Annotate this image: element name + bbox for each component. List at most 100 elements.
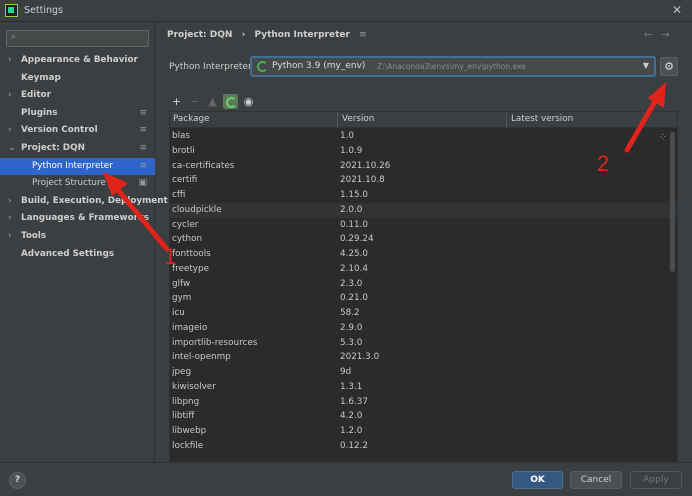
loading-icon: ⁘ (658, 132, 667, 143)
table-body: blas 1.0 brotli 1.0.9 ca-certificates 2021.10… (170, 129, 677, 454)
table-row[interactable]: glfw 2.3.0 (170, 277, 677, 292)
upgrade-package-button[interactable]: ▲ (205, 94, 220, 109)
chevron-right-icon[interactable]: › (8, 122, 12, 140)
back-arrow-icon[interactable]: ← (644, 28, 661, 41)
package-version-cell: 2021.3.0 (340, 352, 380, 363)
breadcrumb: Project: DQN › Python Interpreter ≡ (167, 30, 373, 40)
package-name-cell: lockfile (172, 440, 204, 451)
sidebar-item[interactable]: › Tools (0, 228, 155, 246)
apply-button[interactable]: Apply (630, 471, 682, 489)
table-row[interactable]: cloudpickle 2.0.0 (170, 202, 677, 218)
sidebar-item[interactable]: › Build, Execution, Deployment (0, 193, 168, 211)
table-row[interactable]: gym 0.21.0 (170, 291, 677, 306)
sidebar-item-label: Python Interpreter (32, 160, 113, 171)
dropdown-arrow-icon[interactable]: ▼ (643, 61, 649, 70)
table-row[interactable]: imageio 2.9.0 (170, 321, 677, 336)
package-name-cell: intel-openmp (172, 352, 231, 363)
table-row[interactable]: cycler 0.11.0 (170, 218, 677, 233)
package-version-cell: 2.3.0 (340, 278, 363, 289)
table-row[interactable]: kiwisolver 1.3.1 (170, 380, 677, 395)
package-name-cell: ca-certificates (172, 160, 235, 171)
sidebar-item[interactable]: Keymap (0, 70, 155, 88)
sidebar-item[interactable]: › Languages & Frameworks (0, 210, 155, 228)
package-name-cell: icu (172, 308, 185, 318)
window-title: Settings (24, 5, 63, 16)
interpreter-settings-gear-button[interactable]: ⚙ (660, 57, 678, 76)
settings-sidebar: ⌕ › Appearance & Behavior Keymap › Editor Plu… (0, 22, 168, 462)
package-name-cell: glfw (172, 278, 191, 289)
sidebar-item-label: Tools (21, 230, 47, 241)
sidebar-item-label: Version Control (21, 125, 98, 136)
package-version-cell: 1.0.9 (340, 145, 363, 156)
ok-button[interactable]: OK (512, 471, 563, 489)
chevron-right-icon[interactable]: › (8, 52, 12, 70)
package-name-cell: cloudpickle (172, 204, 222, 215)
table-row[interactable]: freetype 2.10.4 (170, 262, 677, 277)
table-row[interactable]: cffi 1.15.0 (170, 188, 677, 203)
table-scrollbar[interactable] (670, 132, 675, 272)
search-input[interactable]: ⌕ (6, 30, 149, 47)
chevron-right-icon[interactable]: › (8, 210, 12, 228)
package-name-cell: libpng (172, 396, 200, 407)
column-header-package[interactable]: Package (173, 114, 209, 124)
package-version-cell: 2.9.0 (340, 322, 363, 333)
column-header-latest-version[interactable]: Latest version (511, 114, 573, 124)
dialog-footer: ? OK Cancel Apply (0, 462, 692, 496)
table-row[interactable]: importlib-resources 5.3.0 (170, 336, 677, 351)
package-version-cell: 1.3.1 (340, 381, 363, 392)
sidebar-item[interactable]: › Appearance & Behavior (0, 52, 155, 70)
package-version-cell: 58.2 (340, 308, 360, 318)
table-row[interactable]: libpng 1.6.37 (170, 395, 677, 410)
package-name-cell: fonttools (172, 249, 211, 259)
sidebar-item[interactable]: Advanced Settings (0, 246, 155, 264)
package-name-cell: cffi (172, 190, 186, 200)
package-version-cell: 2.10.4 (340, 263, 368, 274)
package-version-cell: 2021.10.26 (340, 160, 391, 171)
table-row[interactable]: fonttools 4.25.0 (170, 247, 677, 262)
package-name-cell: cycler (172, 219, 199, 230)
table-row[interactable]: lockfile 0.12.2 (170, 439, 677, 454)
close-icon[interactable]: ✕ (672, 3, 682, 17)
table-row[interactable]: icu 58.2 (170, 306, 677, 321)
table-row[interactable]: intel-openmp 2021.3.0 (170, 350, 677, 365)
cancel-button[interactable]: Cancel (570, 471, 622, 489)
sidebar-item[interactable]: Plugins ≡ (0, 105, 155, 123)
history-arrows: ←→ (644, 28, 678, 41)
package-version-cell: 2.0.0 (340, 204, 363, 215)
interpreter-select[interactable]: Python 3.9 (my_env) Z:\Anaconda3\envs\my… (251, 57, 655, 76)
package-name-cell: gym (172, 293, 192, 304)
forward-arrow-icon[interactable]: → (661, 28, 678, 41)
package-name-cell: imageio (172, 322, 208, 333)
sidebar-item-label: Plugins (21, 107, 58, 118)
table-row[interactable]: libtiff 4.2.0 (170, 409, 677, 424)
table-row[interactable]: libwebp 1.2.0 (170, 424, 677, 439)
package-version-cell: 0.12.2 (340, 440, 368, 451)
sidebar-item[interactable]: Project Structure ▣ (0, 175, 155, 193)
chevron-right-icon[interactable]: › (8, 228, 12, 246)
sidebar-item[interactable]: Python Interpreter ≡ (0, 157, 155, 176)
help-button[interactable]: ? (9, 472, 26, 489)
annotation-label-1: 1 (164, 244, 177, 269)
table-row[interactable]: jpeg 9d (170, 365, 677, 380)
sidebar-item[interactable]: › Version Control ≡ (0, 122, 155, 140)
package-version-cell: 1.2.0 (340, 426, 363, 436)
table-row[interactable]: blas 1.0 (170, 129, 677, 144)
breadcrumb-project[interactable]: Project: DQN (167, 30, 232, 40)
chevron-right-icon[interactable]: › (8, 193, 12, 211)
table-row[interactable]: cython 0.29.24 (170, 232, 677, 247)
sidebar-item[interactable]: ⌄ Project: DQN ≡ (0, 140, 155, 158)
chevron-right-icon[interactable]: › (8, 87, 12, 105)
scope-icon: ≡ (359, 30, 367, 40)
remove-package-button[interactable]: − (187, 94, 202, 109)
package-name-cell: jpeg (172, 367, 192, 377)
gear-icon: ⚙ (664, 60, 674, 73)
search-icon: ⌕ (11, 32, 17, 42)
refresh-packages-button[interactable] (223, 94, 238, 109)
sidebar-item[interactable]: › Editor (0, 87, 155, 105)
add-package-button[interactable]: + (169, 94, 184, 109)
column-header-version[interactable]: Version (342, 114, 374, 124)
chevron-down-icon[interactable]: ⌄ (8, 140, 16, 158)
column-divider (337, 112, 338, 128)
package-version-cell: 4.25.0 (340, 249, 368, 259)
show-early-releases-eye-icon[interactable]: ◉ (241, 94, 256, 109)
